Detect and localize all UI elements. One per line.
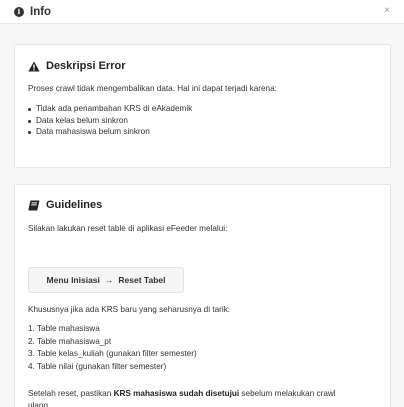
note-text-line2: ulang <box>28 401 49 407</box>
modal-body: Deskripsi Error Proses crawl tidak menge… <box>0 24 404 407</box>
list-item: 3. Table kelas_kuliah (gunakan filter se… <box>28 349 197 358</box>
menu-path-box: Menu Inisiasi → Reset Tabel <box>28 267 184 293</box>
error-description-card: Deskripsi Error Proses crawl tidak menge… <box>14 44 391 168</box>
note-text-after: sebelum melakukan crawl <box>239 389 336 398</box>
arrow-right-icon: → <box>104 275 114 285</box>
note-text-before: Setelah reset, pastikan <box>28 389 114 398</box>
list-item: Tidak ada penambahan KRS di eAkademik <box>28 103 192 115</box>
list-item: Data mahasiswa belum sinkron <box>28 126 192 138</box>
close-icon[interactable]: × <box>384 5 390 16</box>
guidelines-intro: Silakan lakukan reset table di aplikasi … <box>28 224 228 233</box>
guidelines-card: Guidelines Silakan lakukan reset table d… <box>14 184 391 407</box>
error-title-text: Deskripsi Error <box>46 60 126 72</box>
error-card-title: Deskripsi Error <box>28 60 125 72</box>
list-item: 2. Table mahasiswa_pt <box>28 336 112 346</box>
list-item: Data kelas belum sinkron <box>28 115 192 127</box>
list-item: 4. Table nilai (gunakan filter semester) <box>28 361 167 371</box>
guidelines-title-text: Guidelines <box>46 199 103 211</box>
tables-list: 1. Table mahasiswa 2. Table mahasiswa_pt… <box>28 323 197 373</box>
book-icon <box>28 200 40 210</box>
menu-path-from: Menu Inisiasi <box>46 275 100 285</box>
guidelines-card-title: Guidelines <box>28 199 102 211</box>
warning-icon <box>28 61 40 71</box>
info-icon: i <box>14 6 24 17</box>
note-emphasis: KRS mahasiswa sudah disetujui <box>113 389 240 398</box>
menu-path-to: Reset Tabel <box>118 275 166 285</box>
error-intro: Proses crawl tidak mengembalikan data. H… <box>28 84 277 93</box>
list-item: 1. Table mahasiswa <box>28 324 100 333</box>
error-reasons-list: Tidak ada penambahan KRS di eAkademik Da… <box>28 103 192 138</box>
modal-header: i Info × <box>0 0 404 24</box>
tables-intro: Khususnya jika ada KRS baru yang seharus… <box>28 305 231 314</box>
reset-note: Setelah reset, pastikan KRS mahasiswa su… <box>28 388 336 407</box>
modal-title: Info <box>30 5 52 18</box>
